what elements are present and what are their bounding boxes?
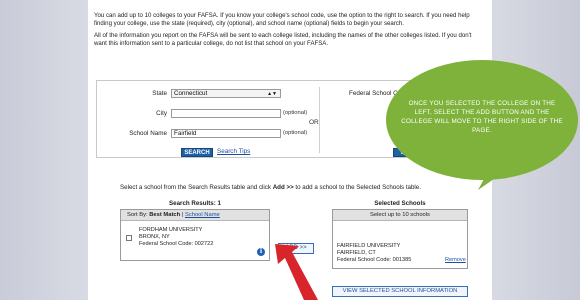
- sort-label: Sort By:: [127, 212, 148, 218]
- selected-schools-title: Selected Schools: [374, 200, 426, 207]
- school-name-optional-note: (optional): [283, 130, 308, 136]
- state-select[interactable]: Connecticut ▲▼: [171, 89, 281, 98]
- or-separator: OR: [309, 119, 319, 126]
- vertical-divider: [319, 87, 320, 153]
- result-item[interactable]: FORDHAM UNIVERSITY BRONX, NY Federal Sch…: [139, 227, 213, 247]
- view-selected-school-info-button[interactable]: VIEW SELECTED SCHOOL INFORMATION: [332, 286, 468, 297]
- state-label: State: [152, 90, 167, 97]
- selected-item: FAIRFIELD UNIVERSITY FAIRFIELD, CT Feder…: [337, 243, 411, 263]
- instructions-text-1: Select a school from the Search Results …: [120, 184, 273, 191]
- remove-link[interactable]: Remove: [445, 257, 466, 263]
- sort-separator: |: [181, 212, 184, 218]
- school-name-input[interactable]: Fairfield: [171, 129, 281, 138]
- add-button[interactable]: ADD >>: [278, 243, 314, 254]
- search-tips-link[interactable]: Search Tips: [217, 148, 250, 155]
- city-input[interactable]: [171, 109, 281, 118]
- background-left: [0, 0, 90, 300]
- state-select-value: Connecticut: [174, 90, 208, 97]
- selected-school-code: Federal School Code: 001385: [337, 256, 412, 263]
- search-results-title: Search Results: 1: [169, 200, 221, 207]
- intro-paragraph-2: All of the information you report on the…: [94, 32, 472, 47]
- search-button[interactable]: SEARCH: [181, 148, 213, 157]
- city-label: City: [156, 110, 167, 117]
- city-optional-note: (optional): [283, 110, 308, 116]
- chevron-down-icon: ▲▼: [267, 91, 277, 97]
- school-name-label: School Name: [129, 130, 167, 137]
- sort-bar: Sort By: Best Match | School Name: [121, 210, 269, 221]
- result-school-name: FORDHAM UNIVERSITY: [139, 227, 203, 233]
- instructions-bold: Add >>: [272, 184, 294, 191]
- sort-best-match[interactable]: Best Match: [149, 212, 180, 218]
- selected-schools-header: Select up to 10 schools: [333, 210, 467, 221]
- info-icon[interactable]: i: [257, 248, 265, 256]
- result-school-location: BRONX, NY: [139, 233, 170, 240]
- result-checkbox[interactable]: [126, 235, 132, 241]
- selected-school-location: FAIRFIELD, CT: [337, 249, 376, 256]
- result-school-code: Federal School Code: 002722: [139, 240, 214, 247]
- callout-text: ONCE YOU SELECTED THE COLLEGE ON THE LEF…: [401, 100, 563, 134]
- sort-school-name-link[interactable]: School Name: [185, 212, 220, 218]
- selected-school-name: FAIRFIELD UNIVERSITY: [337, 243, 401, 249]
- intro-paragraph-1: You can add up to 10 colleges to your FA…: [94, 12, 470, 27]
- intro-text: You can add up to 10 colleges to your FA…: [94, 12, 484, 52]
- selected-schools-panel: Select up to 10 schools FAIRFIELD UNIVER…: [332, 209, 468, 269]
- search-results-panel: Sort By: Best Match | School Name FORDHA…: [120, 209, 270, 261]
